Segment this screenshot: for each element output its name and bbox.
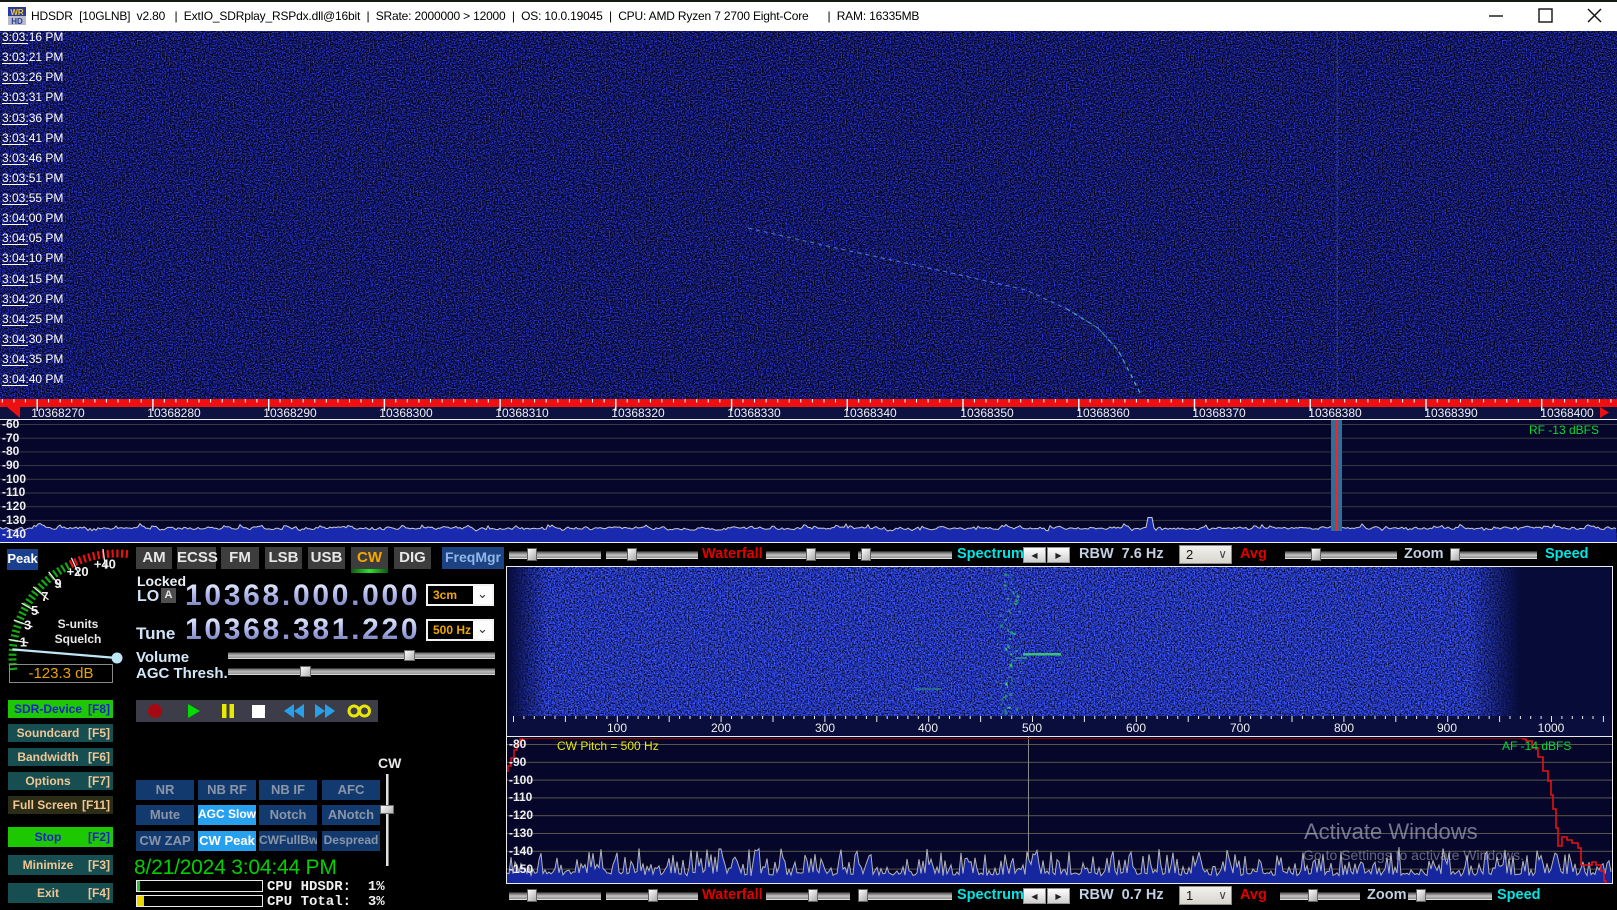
svg-text:+20: +20 bbox=[67, 564, 89, 579]
svg-text:1: 1 bbox=[20, 635, 27, 650]
svg-text:5: 5 bbox=[31, 603, 38, 618]
svg-text:HD: HD bbox=[11, 17, 23, 25]
svg-text:7: 7 bbox=[41, 589, 48, 604]
svg-text:3: 3 bbox=[24, 618, 31, 633]
svg-text:9: 9 bbox=[54, 576, 61, 591]
svg-text:WR: WR bbox=[10, 8, 24, 17]
svg-text:+40: +40 bbox=[94, 556, 116, 571]
